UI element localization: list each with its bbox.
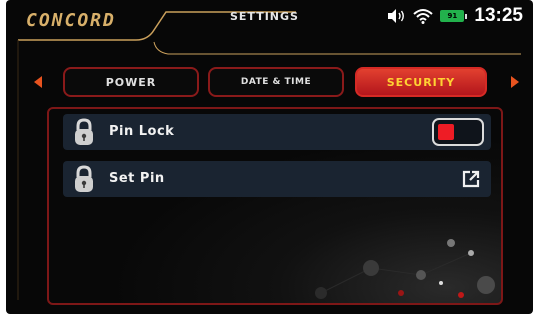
device-screen: CONCORD SETTINGS 91 13:25 POWER DATE & T… bbox=[6, 0, 533, 314]
wifi-icon bbox=[413, 9, 434, 24]
battery-level: 91 bbox=[440, 10, 465, 22]
external-link-icon[interactable] bbox=[461, 169, 481, 189]
padlock-icon bbox=[75, 118, 93, 145]
tab-date-time[interactable]: DATE & TIME bbox=[208, 67, 344, 97]
pin-lock-toggle[interactable] bbox=[432, 118, 484, 146]
set-pin-row[interactable]: Set Pin bbox=[63, 161, 491, 197]
chevron-right-icon[interactable] bbox=[511, 76, 519, 88]
pin-lock-label: Pin Lock bbox=[109, 124, 175, 139]
page-title: SETTINGS bbox=[230, 10, 299, 23]
battery-indicator: 91 bbox=[440, 10, 468, 22]
toggle-knob bbox=[438, 124, 454, 140]
clock: 13:25 bbox=[474, 5, 523, 26]
tab-security[interactable]: SECURITY bbox=[355, 67, 487, 97]
padlock-icon bbox=[75, 165, 93, 192]
tab-power[interactable]: POWER bbox=[63, 67, 199, 97]
speaker-icon bbox=[388, 9, 405, 23]
pin-lock-row[interactable]: Pin Lock bbox=[63, 114, 491, 150]
brand-logo: CONCORD bbox=[26, 10, 116, 31]
decorative-particles bbox=[315, 239, 495, 299]
battery-tip bbox=[465, 13, 468, 19]
status-bar: 91 13:25 bbox=[386, 5, 523, 27]
settings-tabs: POWER DATE & TIME SECURITY bbox=[6, 67, 533, 99]
chevron-left-icon[interactable] bbox=[34, 76, 42, 88]
security-panel: Pin Lock Set Pin bbox=[47, 107, 503, 305]
set-pin-label: Set Pin bbox=[109, 171, 165, 186]
